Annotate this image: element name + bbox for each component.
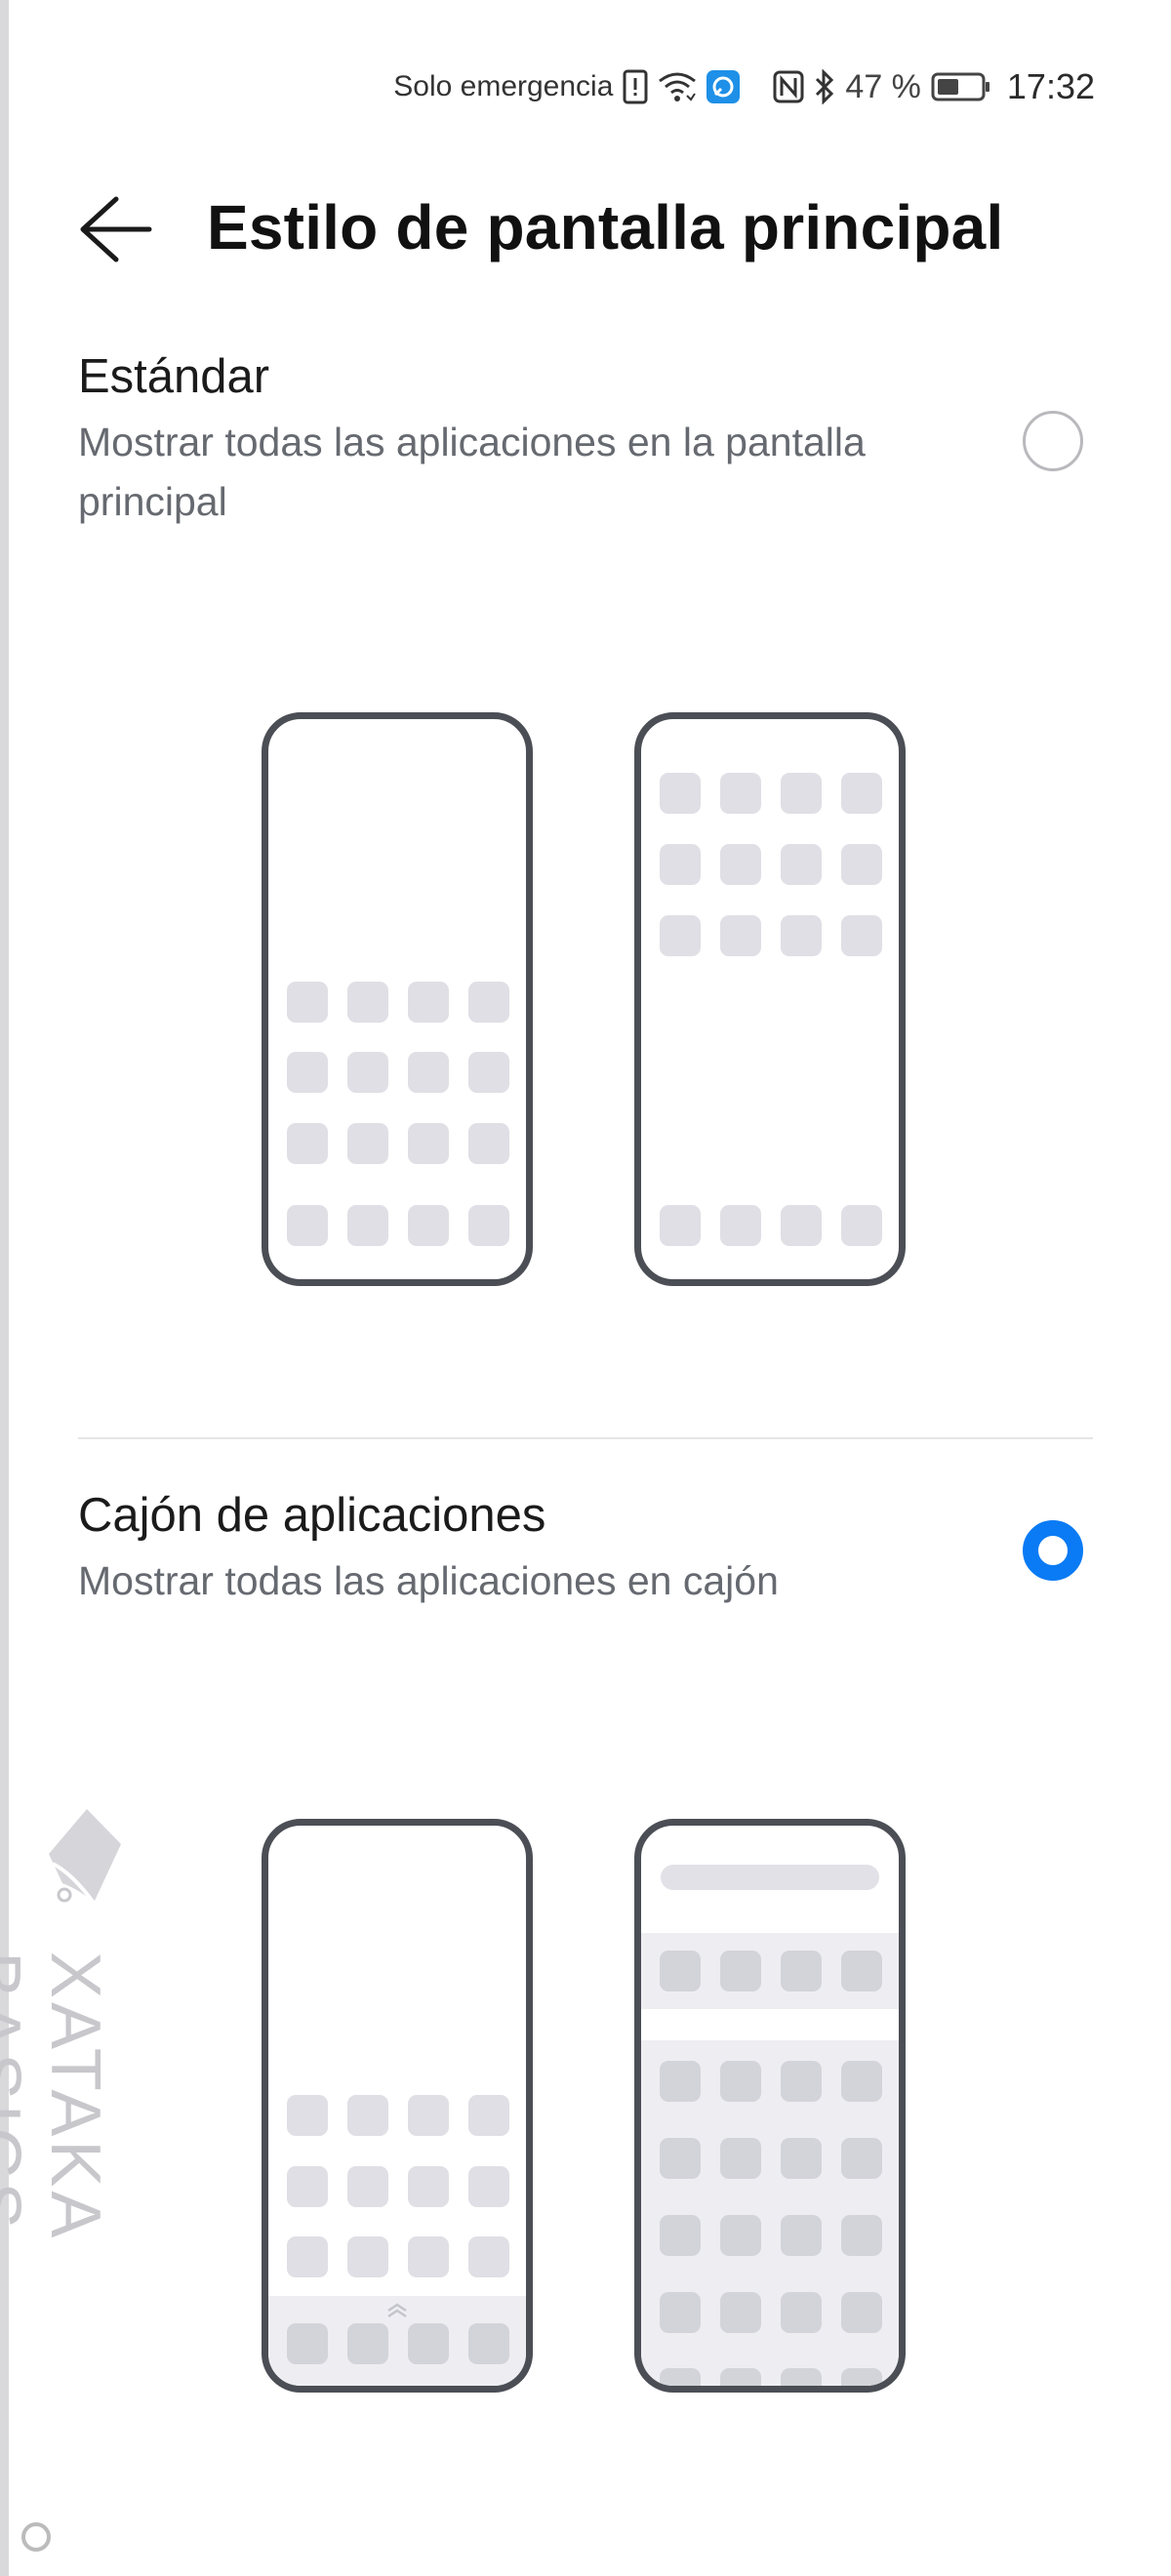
option-standard-description: Mostrar todas las aplicaciones en la pan…: [78, 420, 866, 524]
drawer-open-preview: [634, 1819, 906, 2393]
option-app-drawer[interactable]: Cajón de aplicaciones Mostrar todas las …: [78, 1485, 1093, 1641]
option-standard[interactable]: Estándar Mostrar todas las aplicaciones …: [78, 346, 1093, 1029]
wifi-icon: [658, 70, 697, 103]
battery-percent: 47 %: [845, 67, 921, 105]
back-arrow-icon: [80, 196, 152, 262]
watermark-logo-icon: [49, 1809, 121, 1905]
drawer-home-preview: [262, 1819, 533, 2393]
page-title: Estilo de pantalla principal: [207, 192, 1004, 262]
back-button[interactable]: [72, 185, 160, 273]
option-app-drawer-description: Mostrar todas las aplicaciones en cajón: [78, 1558, 779, 1603]
nfc-icon: [773, 70, 804, 103]
app-notification-icon: [707, 70, 741, 103]
clock: 17:32: [1006, 66, 1095, 106]
swipe-up-icon: [387, 2303, 407, 2318]
option-app-drawer-title: Cajón de aplicaciones: [78, 1489, 546, 1542]
standard-home-preview: [262, 712, 533, 1286]
battery-icon: [931, 71, 991, 102]
option-app-drawer-radio[interactable]: [1023, 1520, 1083, 1581]
watermark-text: XATAKA BASICS: [0, 1952, 114, 2238]
option-divider: [78, 1437, 1093, 1439]
standard-page-preview: [634, 712, 906, 1286]
status-bar: Solo emergencia 47 % 17:32: [393, 60, 1095, 113]
carrier-text: Solo emergencia: [393, 70, 614, 102]
watermark-marker: [21, 2522, 51, 2552]
bluetooth-icon: [814, 69, 835, 104]
option-standard-radio[interactable]: [1023, 411, 1083, 471]
sim-alert-icon: [623, 69, 648, 104]
option-standard-title: Estándar: [78, 350, 270, 403]
